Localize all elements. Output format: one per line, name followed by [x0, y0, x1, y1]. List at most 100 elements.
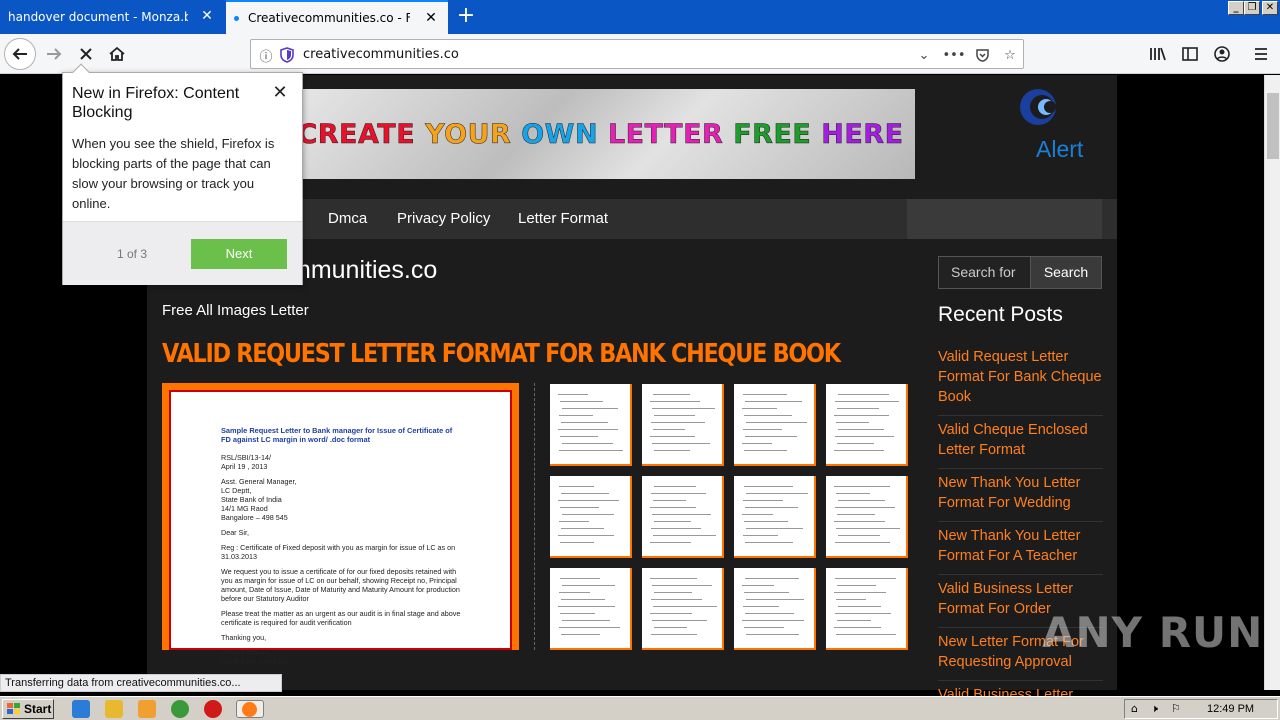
- window-close-button[interactable]: ✕: [1262, 1, 1278, 15]
- loading-dot-icon: [234, 16, 239, 21]
- tab-creativecommunities[interactable]: Creativecommunities.co - Free All ✕: [226, 0, 448, 34]
- recent-post-link[interactable]: New Thank You Letter Format For A Teache…: [938, 524, 1103, 575]
- start-button[interactable]: Start: [2, 699, 54, 719]
- thumbnail-text-line: [654, 450, 690, 451]
- menu-icon[interactable]: [1245, 38, 1277, 70]
- media-player-icon[interactable]: [138, 700, 156, 718]
- chevron-down-icon[interactable]: ⌄: [915, 46, 933, 64]
- thumbnail-text-line: [650, 542, 691, 543]
- menu-item-letter-format[interactable]: Letter Format: [518, 210, 608, 227]
- firefox-taskbar-button[interactable]: [236, 700, 264, 718]
- tray-network-icon[interactable]: ⌂: [1131, 702, 1138, 715]
- tray-volume-icon[interactable]: 🕨: [1151, 702, 1158, 716]
- close-icon[interactable]: ✕: [424, 11, 438, 25]
- letter-closing: Thanking you,: [221, 633, 267, 642]
- pocket-icon[interactable]: [973, 46, 991, 64]
- bookmark-star-icon[interactable]: ☆: [1001, 46, 1019, 64]
- letter-thumbnail[interactable]: [826, 384, 908, 466]
- close-icon[interactable]: ✕: [272, 84, 288, 102]
- gallery-divider: [534, 383, 535, 650]
- chrome-icon[interactable]: [171, 700, 189, 718]
- opera-icon[interactable]: [204, 700, 222, 718]
- thumbnail-text-line: [562, 408, 618, 409]
- letter-thumbnail[interactable]: [734, 568, 816, 650]
- thumbnail-text-line: [838, 535, 880, 536]
- ad-banner[interactable]: CREATE YOUR OWN LETTER FREE HERE: [286, 89, 915, 179]
- info-icon[interactable]: ⓘ: [257, 46, 275, 65]
- next-button[interactable]: Next: [191, 239, 287, 269]
- back-button[interactable]: [4, 38, 36, 70]
- status-bar: Transferring data from creativecommuniti…: [0, 674, 282, 692]
- letter-thumbnail[interactable]: [642, 568, 724, 650]
- internet-explorer-icon[interactable]: [72, 700, 90, 718]
- tray-flag-icon[interactable]: ⚐: [1171, 702, 1181, 715]
- recent-post-link[interactable]: Valid Request Letter Format For Bank Che…: [938, 345, 1103, 416]
- thumbnail-text-line: [835, 401, 899, 402]
- tab-handover-document[interactable]: handover document - Monza.berglauf- ✕: [0, 0, 224, 34]
- site-title[interactable]: mmunities.co: [290, 256, 437, 285]
- library-icon[interactable]: [1142, 38, 1174, 70]
- thumbnail-text-line: [745, 613, 794, 614]
- letter-thumbnail[interactable]: [642, 384, 724, 466]
- banner-word: FREE: [733, 118, 822, 150]
- alert-logo-text: Alert: [1036, 136, 1084, 162]
- thumbnail-text-line: [835, 578, 896, 579]
- letter-thumbnail[interactable]: [734, 384, 816, 466]
- page-actions-icon[interactable]: •••: [943, 46, 966, 64]
- address-line: State Bank of India: [221, 495, 282, 504]
- letter-thumbnail[interactable]: [734, 476, 816, 558]
- letter-thumbnail[interactable]: [550, 476, 632, 558]
- letter-ref: RSL/SBI/13-14/: [221, 453, 271, 462]
- thumbnail-text-line: [653, 535, 716, 536]
- close-icon[interactable]: ✕: [200, 9, 214, 23]
- forward-button[interactable]: [38, 38, 70, 70]
- minimize-button[interactable]: _: [1228, 1, 1244, 15]
- thumbnail-text-line: [743, 606, 779, 607]
- thumbnail-text-line: [836, 422, 869, 423]
- thumbnail-text-line: [836, 528, 900, 529]
- menu-item-dmca[interactable]: Dmca: [328, 210, 367, 227]
- thumbnail-text-line: [653, 606, 717, 607]
- thumbnail-text-line: [834, 521, 885, 522]
- thumbnail-text-line: [746, 422, 807, 423]
- sidebar-icon[interactable]: [1174, 38, 1206, 70]
- thumbnail-text-line: [561, 422, 608, 423]
- post-title[interactable]: VALID REQUEST LETTER FORMAT FOR BANK CHE…: [162, 339, 841, 369]
- restore-button[interactable]: ❐: [1244, 1, 1260, 15]
- menu-right-panel: [907, 199, 1102, 239]
- letter-thumbnail[interactable]: [550, 568, 632, 650]
- thumbnail-text-line: [834, 450, 884, 451]
- thumbnail-text-line: [743, 535, 778, 536]
- menu-item-privacy-policy[interactable]: Privacy Policy: [397, 210, 490, 227]
- scroll-thumb[interactable]: [1267, 93, 1279, 159]
- recent-post-link[interactable]: New Thank You Letter Format For Wedding: [938, 471, 1103, 522]
- tab-strip: handover document - Monza.berglauf- ✕ Cr…: [0, 0, 1280, 34]
- banner-word: OWN: [521, 118, 608, 150]
- account-icon[interactable]: [1206, 38, 1238, 70]
- thumbnail-text-line: [743, 429, 782, 430]
- thumbnail-text-line: [650, 613, 692, 614]
- shield-icon[interactable]: [278, 46, 296, 64]
- banner-word: YOUR: [425, 118, 522, 150]
- letter-thumbnail[interactable]: [826, 476, 908, 558]
- search-button[interactable]: Search: [1030, 256, 1102, 289]
- thumbnail-text-line: [651, 528, 701, 529]
- thumbnail-text-line: [835, 613, 891, 614]
- recent-post-link[interactable]: Valid Cheque Enclosed Letter Format: [938, 418, 1103, 469]
- thumbnail-text-line: [746, 493, 808, 494]
- letter-date: April 19 , 2013: [221, 462, 268, 471]
- letter-salutation: Dear Sir,: [221, 528, 249, 537]
- thumbnail-text-line: [653, 429, 685, 430]
- letter-thumbnail[interactable]: [642, 476, 724, 558]
- letter-thumbnail[interactable]: [550, 384, 632, 466]
- url-bar[interactable]: ⓘ creativecommunities.co ⌄ ••• ☆: [250, 39, 1024, 69]
- search-input[interactable]: Search for: [938, 256, 1031, 289]
- main-letter-image[interactable]: Sample Request Letter to Bank manager fo…: [162, 383, 519, 666]
- panel-title: New in Firefox: Content Blocking: [72, 85, 240, 121]
- stop-button[interactable]: [70, 38, 102, 70]
- letter-thumbnail[interactable]: [826, 568, 908, 650]
- home-button[interactable]: [101, 38, 133, 70]
- folder-icon[interactable]: [105, 700, 123, 718]
- page-scrollbar[interactable]: [1264, 75, 1280, 690]
- new-tab-button[interactable]: +: [454, 5, 478, 29]
